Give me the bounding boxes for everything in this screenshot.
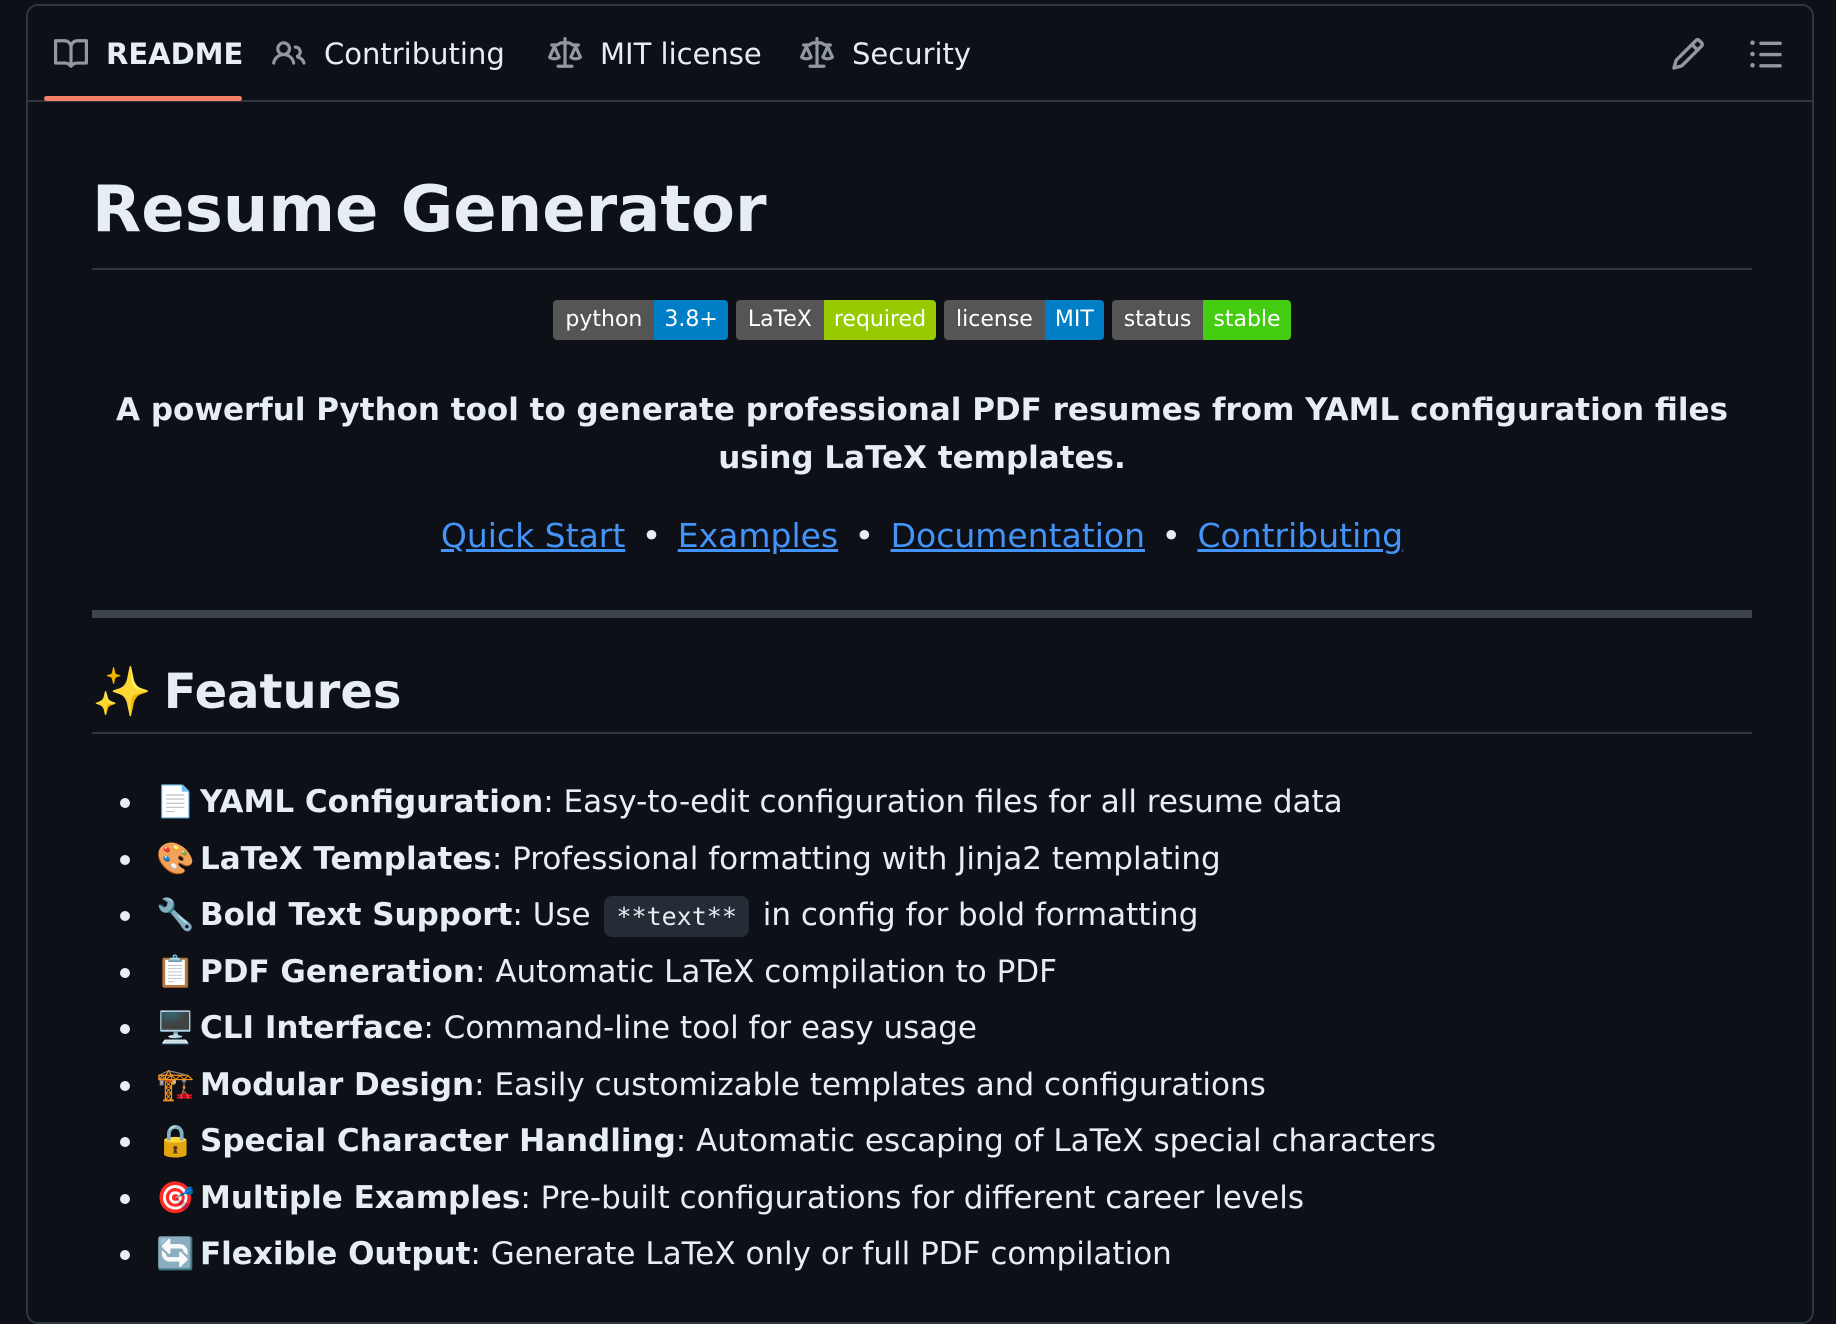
feature-name: Modular Design xyxy=(200,1066,475,1103)
feature-desc-before: : Use xyxy=(512,897,591,933)
list-item: 🔄 Flexible Output: Generate LaTeX only or… xyxy=(120,1226,1752,1283)
feature-desc: in config for bold formatting xyxy=(762,897,1199,933)
quick-links: Quick Start • Examples • Documentation •… xyxy=(92,514,1752,558)
feature-name: CLI Interface xyxy=(200,1010,424,1046)
tab-label: Security xyxy=(852,37,972,71)
list-icon xyxy=(1750,40,1782,68)
tab-readme[interactable]: README xyxy=(54,6,243,102)
badge-value: MIT xyxy=(1044,300,1104,340)
outline-button[interactable] xyxy=(1748,36,1784,72)
document-icon: 📄 xyxy=(156,784,195,820)
list-item: 🖥️ CLI Interface: Command-line tool for e… xyxy=(120,1000,1752,1057)
readme-panel: README Contributing MIT license Security xyxy=(26,4,1814,1324)
people-icon xyxy=(272,37,306,71)
lock-icon: 🔒 xyxy=(156,1123,195,1159)
feature-desc: : Easily customizable templates and conf… xyxy=(474,1066,1266,1103)
features-list: 📄 YAML Configuration: Easy-to-edit config… xyxy=(92,774,1752,1283)
feature-name: Multiple Examples xyxy=(200,1179,521,1216)
link-contributing[interactable]: Contributing xyxy=(1197,516,1403,555)
construction-icon: 🏗️ xyxy=(156,1066,195,1103)
tab-label: README xyxy=(106,37,244,71)
inline-code: **text** xyxy=(604,896,749,937)
list-item: 📋 PDF Generation: Automatic LaTeX compila… xyxy=(120,944,1752,1001)
book-icon xyxy=(54,37,88,71)
refresh-icon: 🔄 xyxy=(156,1236,195,1272)
feature-name: Bold Text Support xyxy=(200,897,513,933)
feature-desc: : Command-line tool for easy usage xyxy=(423,1010,977,1046)
section-divider xyxy=(92,610,1752,618)
feature-desc: : Automatic LaTeX compilation to PDF xyxy=(475,953,1057,990)
latex-badge[interactable]: LaTeX required xyxy=(735,300,937,340)
tagline: A powerful Python tool to generate profe… xyxy=(116,392,1728,476)
title-divider xyxy=(92,268,1752,270)
link-examples[interactable]: Examples xyxy=(678,516,838,555)
feature-name: PDF Generation xyxy=(200,953,476,990)
feature-name: YAML Configuration xyxy=(200,784,544,820)
list-item: 🎯 Multiple Examples: Pre-built configurat… xyxy=(120,1170,1752,1227)
law-icon xyxy=(548,37,582,71)
feature-name: Special Character Handling xyxy=(200,1123,676,1159)
clipboard-icon: 📋 xyxy=(156,953,195,990)
list-item: 📄 YAML Configuration: Easy-to-edit config… xyxy=(120,774,1752,831)
palette-icon: 🎨 xyxy=(156,840,195,877)
list-item: 🔧 Bold Text Support: Use **text** in conf… xyxy=(120,887,1752,944)
link-documentation[interactable]: Documentation xyxy=(891,516,1145,555)
tab-label: Contributing xyxy=(324,37,505,71)
pencil-icon xyxy=(1672,38,1704,70)
readme-tabbar: README Contributing MIT license Security xyxy=(28,6,1812,102)
link-separator: • xyxy=(854,516,875,555)
tab-contributing[interactable]: Contributing xyxy=(272,6,505,102)
feature-desc: : Automatic escaping of LaTeX special ch… xyxy=(675,1123,1437,1159)
list-item: 🏗️ Modular Design: Easily customizable te… xyxy=(120,1057,1752,1114)
list-item: 🎨 LaTeX Templates: Professional formattin… xyxy=(120,831,1752,888)
tab-mit-license[interactable]: MIT license xyxy=(548,6,762,102)
features-heading-text: Features xyxy=(163,664,402,720)
badge-row: python 3.8+ LaTeX required license MIT s… xyxy=(92,300,1752,340)
badge-value: stable xyxy=(1203,300,1291,340)
edit-file-button[interactable] xyxy=(1670,36,1706,72)
python-badge[interactable]: python 3.8+ xyxy=(553,300,728,340)
badge-value: required xyxy=(823,300,937,340)
tab-security[interactable]: Security xyxy=(800,6,971,102)
features-heading: ✨ Features xyxy=(92,662,401,722)
tab-label: MIT license xyxy=(600,37,762,71)
sparkles-icon: ✨ xyxy=(92,664,152,720)
target-icon: 🎯 xyxy=(156,1179,195,1216)
status-badge[interactable]: status stable xyxy=(1111,300,1291,340)
page-title: Resume Generator xyxy=(92,173,767,247)
badge-value: 3.8+ xyxy=(654,300,728,340)
feature-desc: : Generate LaTeX only or full PDF compil… xyxy=(470,1236,1172,1272)
feature-name: Flexible Output xyxy=(200,1236,471,1272)
list-item: 🔒 Special Character Handling: Automatic e… xyxy=(120,1113,1752,1170)
feature-desc: : Pre-built configurations for different… xyxy=(520,1179,1304,1216)
features-divider xyxy=(92,732,1752,734)
feature-desc: : Easy-to-edit configuration files for a… xyxy=(543,784,1343,820)
feature-name: LaTeX Templates xyxy=(200,840,492,877)
link-quick-start[interactable]: Quick Start xyxy=(441,516,625,555)
active-tab-indicator xyxy=(44,96,242,101)
license-badge[interactable]: license MIT xyxy=(944,300,1104,340)
desktop-icon: 🖥️ xyxy=(156,1010,195,1046)
link-separator: • xyxy=(1161,516,1181,555)
wrench-icon: 🔧 xyxy=(156,897,195,933)
law-icon xyxy=(800,37,834,71)
feature-desc: : Professional formatting with Jinja2 te… xyxy=(491,840,1221,877)
link-separator: • xyxy=(641,516,662,555)
